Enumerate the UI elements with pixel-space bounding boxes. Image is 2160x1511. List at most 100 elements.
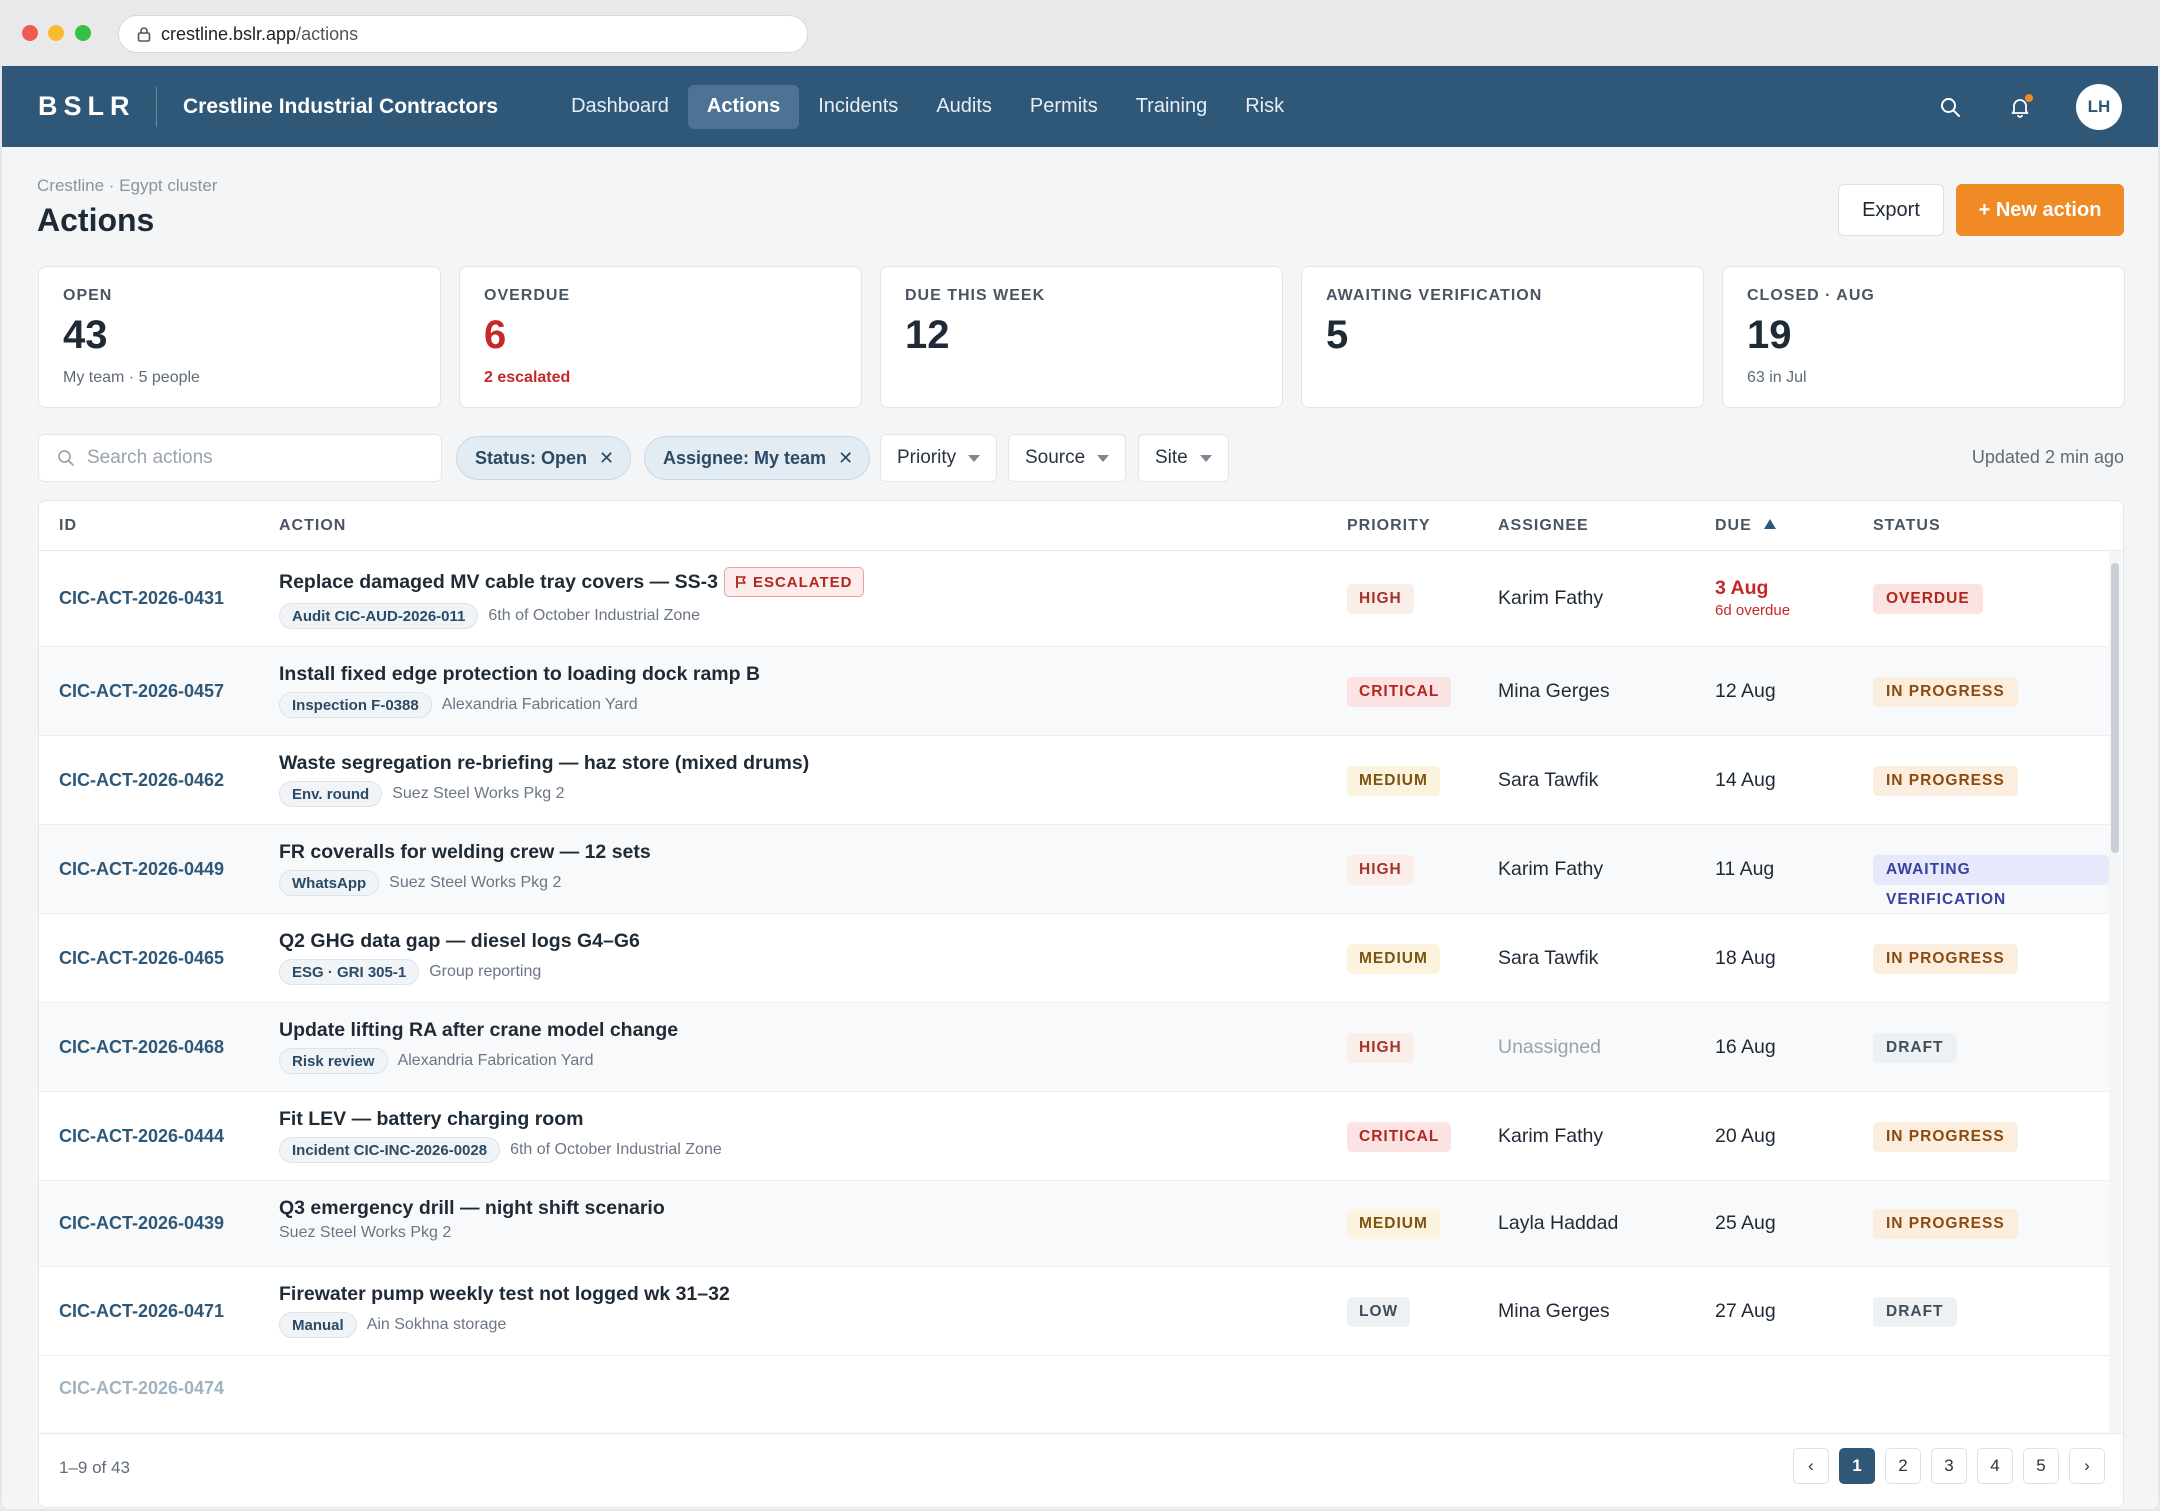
kpi-due-this-week[interactable]: DUE THIS WEEK 12 [880,266,1283,408]
table-row[interactable]: CIC-ACT-2026-0465 Q2 GHG data gap — dies… [39,914,2109,1003]
kpi-label: OVERDUE [484,287,571,304]
action-id[interactable]: CIC-ACT-2026-0457 [59,681,224,702]
table-row[interactable]: CIC-ACT-2026-0462 Waste segregation re-b… [39,736,2109,825]
scrollbar-thumb[interactable] [2111,563,2119,853]
table-row-partial[interactable]: CIC-ACT-2026-0474 [39,1356,2109,1433]
breadcrumb[interactable]: Crestline · Egypt cluster [37,176,217,196]
table-row[interactable]: CIC-ACT-2026-0471 Firewater pump weekly … [39,1267,2109,1356]
source-tag[interactable]: Env. round [279,781,383,807]
page-button-2[interactable]: 2 [1885,1448,1921,1484]
site-dropdown[interactable]: Site [1138,434,1229,482]
chevron-down-icon [1097,454,1110,462]
table-row[interactable]: CIC-ACT-2026-0457 Install fixed edge pro… [39,647,2109,736]
column-header-status[interactable]: STATUS [1873,517,1941,535]
kpi-open[interactable]: OPEN 43 My team · 5 people [38,266,441,408]
source-tag[interactable]: Manual [279,1312,357,1338]
page-button-3[interactable]: 3 [1931,1448,1967,1484]
table-row[interactable]: CIC-ACT-2026-0431 Replace damaged MV cab… [39,551,2109,647]
kpi-value: 43 [63,313,108,357]
kpi-subtext: 2 escalated [484,369,571,386]
column-header-assignee[interactable]: ASSIGNEE [1498,517,1589,535]
address-bar[interactable]: crestline.bslr.app/actions [118,15,808,53]
page-button-5[interactable]: 5 [2023,1448,2059,1484]
next-page-button[interactable]: › [2069,1448,2105,1484]
page-button-4[interactable]: 4 [1977,1448,2013,1484]
kpi-value: 19 [1747,313,1792,357]
nav-link-dashboard[interactable]: Dashboard [552,85,688,129]
action-id[interactable]: CIC-ACT-2026-0449 [59,859,224,880]
filter-chip-assignee[interactable]: Assignee: My team ✕ [644,436,871,480]
filter-chip-status[interactable]: Status: Open ✕ [456,436,632,480]
table-row[interactable]: CIC-ACT-2026-0468 Update lifting RA afte… [39,1003,2109,1092]
close-icon[interactable]: ✕ [599,448,614,469]
action-id[interactable]: CIC-ACT-2026-0462 [59,770,224,791]
minimize-window-dot[interactable] [48,25,64,41]
table-body: CIC-ACT-2026-0431 Replace damaged MV cab… [39,551,2123,1433]
action-title-line: Replace damaged MV cable tray covers — S… [279,567,864,597]
action-title[interactable]: Fit LEV — battery charging room [279,1108,722,1131]
source-tag[interactable]: Inspection F-0388 [279,692,432,718]
source-tag[interactable]: Audit CIC-AUD-2026-011 [279,603,479,629]
action-title[interactable]: Waste segregation re-briefing — haz stor… [279,752,809,775]
nav-link-audits[interactable]: Audits [917,85,1011,129]
site-label: Ain Sokhna storage [366,1316,507,1333]
source-tag[interactable]: Risk review [279,1048,388,1074]
kpi-cards: OPEN 43 My team · 5 people OVERDUE 6 2 e… [38,266,2125,408]
action-meta: ESG · GRI 305-1 Group reporting [279,959,640,985]
table-row[interactable]: CIC-ACT-2026-0439 Q3 emergency drill — n… [39,1181,2109,1267]
action-id[interactable]: CIC-ACT-2026-0439 [59,1213,224,1234]
column-header-action[interactable]: ACTION [279,517,346,535]
action-title[interactable]: Replace damaged MV cable tray covers — S… [279,571,718,594]
action-title[interactable]: Install fixed edge protection to loading… [279,663,760,686]
action-id[interactable]: CIC-ACT-2026-0431 [59,588,224,609]
action-cell: Fit LEV — battery charging room Incident… [279,1108,722,1163]
action-meta: Audit CIC-AUD-2026-011 6th of October In… [279,603,864,629]
export-button[interactable]: Export [1838,184,1944,236]
nav-link-permits[interactable]: Permits [1011,85,1117,129]
due-date: 11 Aug [1715,858,1775,880]
action-id[interactable]: CIC-ACT-2026-0474 [59,1378,224,1399]
search-input[interactable]: Search actions [38,434,442,482]
close-icon[interactable]: ✕ [838,448,853,469]
maximize-window-dot[interactable] [75,25,91,41]
site-label: Suez Steel Works Pkg 2 [279,1224,452,1241]
kpi-overdue[interactable]: OVERDUE 6 2 escalated [459,266,862,408]
action-id[interactable]: CIC-ACT-2026-0444 [59,1126,224,1147]
nav-link-incidents[interactable]: Incidents [799,85,917,129]
new-action-button[interactable]: + New action [1956,184,2124,236]
source-dropdown[interactable]: Source [1008,434,1127,482]
source-tag[interactable]: Incident CIC-INC-2026-0028 [279,1137,501,1163]
chip-label: Status: Open [475,447,588,468]
action-title[interactable]: Firewater pump weekly test not logged wk… [279,1283,730,1306]
column-header-priority[interactable]: PRIORITY [1347,517,1431,535]
bell-icon[interactable] [2006,93,2034,121]
brand-logo[interactable]: BSLR [38,91,156,122]
table-row[interactable]: CIC-ACT-2026-0444 Fit LEV — battery char… [39,1092,2109,1181]
page-button-1[interactable]: 1 [1839,1448,1875,1484]
nav-link-risk[interactable]: Risk [1226,85,1303,129]
source-tag[interactable]: ESG · GRI 305-1 [279,959,420,985]
action-id[interactable]: CIC-ACT-2026-0471 [59,1301,224,1322]
priority-dropdown[interactable]: Priority [880,434,998,482]
action-cell: Replace damaged MV cable tray covers — S… [279,567,864,629]
prev-page-button[interactable]: ‹ [1793,1448,1829,1484]
column-header-id[interactable]: ID [59,517,77,535]
action-id[interactable]: CIC-ACT-2026-0465 [59,948,224,969]
kpi-closed-aug[interactable]: CLOSED · AUG 19 63 in Jul [1722,266,2125,408]
action-id[interactable]: CIC-ACT-2026-0468 [59,1037,224,1058]
table-row[interactable]: CIC-ACT-2026-0449 FR coveralls for weldi… [39,825,2109,914]
due-date: 27 Aug [1715,1300,1776,1322]
nav-link-actions[interactable]: Actions [687,84,800,129]
source-tag[interactable]: WhatsApp [279,870,380,896]
action-title[interactable]: FR coveralls for welding crew — 12 sets [279,841,651,864]
close-window-dot[interactable] [22,25,38,41]
search-placeholder: Search actions [87,447,213,468]
nav-link-training[interactable]: Training [1117,85,1227,129]
user-avatar[interactable]: LH [2076,83,2122,130]
action-title[interactable]: Q3 emergency drill — night shift scenari… [279,1197,665,1220]
action-title[interactable]: Update lifting RA after crane model chan… [279,1019,678,1042]
column-header-due[interactable]: DUE [1715,517,1776,535]
kpi-awaiting-verification[interactable]: AWAITING VERIFICATION 5 [1301,266,1704,408]
search-icon[interactable] [1936,93,1964,121]
action-title[interactable]: Q2 GHG data gap — diesel logs G4–G6 [279,930,640,953]
